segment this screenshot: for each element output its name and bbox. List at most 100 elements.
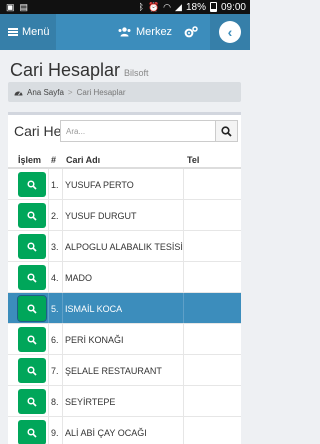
users-icon xyxy=(118,27,131,37)
battery-icon xyxy=(209,2,217,12)
table-row[interactable]: 4. MADO xyxy=(8,262,241,293)
search-group xyxy=(60,120,240,144)
column-divider xyxy=(62,324,63,354)
table-row[interactable]: 9. ALİ ABİ ÇAY OCAĞI xyxy=(8,417,241,444)
battery-percent: 18% xyxy=(185,1,206,13)
back-button[interactable]: ‹ xyxy=(210,14,250,50)
status-indicators: ᛒ ⏰ ◠ ◢ 18% 09:00 xyxy=(139,1,246,13)
column-divider xyxy=(48,262,49,292)
sd-card-icon: ▤ xyxy=(19,2,29,12)
search-icon xyxy=(27,427,37,438)
search-icon xyxy=(27,241,37,252)
table-header: İşlem # Cari Adı Tel xyxy=(8,151,241,169)
column-divider xyxy=(183,262,184,292)
settings-button[interactable] xyxy=(184,14,198,50)
table-row[interactable]: 6. PERİ KONAĞI xyxy=(8,324,241,355)
table-row[interactable]: 3. ALPOGLU ALABALIK TESİSİ xyxy=(8,231,241,262)
column-divider xyxy=(183,169,184,199)
column-divider xyxy=(48,293,49,323)
wifi-icon: ◠ xyxy=(163,2,172,12)
view-button[interactable] xyxy=(18,327,46,352)
search-icon xyxy=(27,334,37,345)
column-divider xyxy=(183,324,184,354)
account-name: ALİ ABİ ÇAY OCAĞI xyxy=(65,428,147,438)
account-name: ŞELALE RESTAURANT xyxy=(65,366,162,376)
column-divider xyxy=(48,386,49,416)
table-row[interactable]: 8. SEYİRTEPE xyxy=(8,386,241,417)
clock: 09:00 xyxy=(220,1,246,13)
row-number: 8. xyxy=(51,397,59,407)
column-divider xyxy=(183,355,184,385)
row-number: 9. xyxy=(51,428,59,438)
column-divider xyxy=(48,417,49,444)
view-button[interactable] xyxy=(18,172,46,197)
column-divider xyxy=(183,231,184,261)
bluetooth-icon: ᛒ xyxy=(138,2,144,12)
row-number: 3. xyxy=(51,242,59,252)
status-bar: ▣ ▤ ᛒ ⏰ ◠ ◢ 18% 09:00 xyxy=(0,0,250,14)
alarm-icon: ⏰ xyxy=(147,2,160,12)
column-divider xyxy=(183,200,184,230)
hamburger-icon xyxy=(8,28,18,36)
column-divider xyxy=(62,200,63,230)
view-button[interactable] xyxy=(17,295,47,322)
view-button[interactable] xyxy=(18,358,46,383)
search-icon xyxy=(27,272,37,283)
column-divider xyxy=(48,324,49,354)
merkez-label: Merkez xyxy=(136,26,173,38)
column-divider xyxy=(183,417,184,444)
column-divider xyxy=(48,169,49,199)
column-divider xyxy=(48,200,49,230)
search-input[interactable] xyxy=(60,120,216,142)
breadcrumb-separator: > xyxy=(67,87,73,97)
column-divider xyxy=(48,355,49,385)
merkez-button[interactable]: Merkez xyxy=(118,14,172,50)
search-icon xyxy=(27,303,37,314)
search-icon xyxy=(27,210,37,221)
row-number: 4. xyxy=(51,273,59,283)
status-notifications: ▣ ▤ xyxy=(6,1,28,13)
accounts-box: Cari Hesaplar İşlem # Cari Adı Tel 1. Y xyxy=(8,112,241,444)
menu-button[interactable]: Menü xyxy=(0,14,56,50)
header-action: İşlem xyxy=(18,155,42,165)
account-name: ALPOGLU ALABALIK TESİSİ xyxy=(65,242,183,252)
column-divider xyxy=(62,386,63,416)
table-row[interactable]: 5. ISMAİL KOCA xyxy=(8,293,241,324)
breadcrumb-current: Cari Hesaplar xyxy=(76,87,126,97)
table-row[interactable]: 7. ŞELALE RESTAURANT xyxy=(8,355,241,386)
search-button[interactable] xyxy=(216,120,238,142)
view-button[interactable] xyxy=(18,265,46,290)
view-button[interactable] xyxy=(18,234,46,259)
search-icon xyxy=(27,179,37,190)
view-button[interactable] xyxy=(18,389,46,414)
row-number: 7. xyxy=(51,366,59,376)
page-subtitle: Bilsoft xyxy=(124,68,149,78)
row-number: 6. xyxy=(51,335,59,345)
account-name: SEYİRTEPE xyxy=(65,397,116,407)
column-divider xyxy=(62,293,63,323)
account-name: YUSUF DURGUT xyxy=(65,211,137,221)
column-divider xyxy=(183,293,184,323)
view-button[interactable] xyxy=(18,203,46,228)
breadcrumb: Ana Sayfa > Cari Hesaplar xyxy=(8,82,241,102)
search-icon xyxy=(27,396,37,407)
view-button[interactable] xyxy=(18,420,46,444)
accounts-table: İşlem # Cari Adı Tel 1. YUSUFA PERTO 2. xyxy=(8,151,241,444)
header-name: Cari Adı xyxy=(66,155,101,165)
table-row[interactable]: 1. YUSUFA PERTO xyxy=(8,169,241,200)
dashboard-icon xyxy=(14,91,23,96)
column-divider xyxy=(62,417,63,444)
search-icon xyxy=(27,365,37,376)
search-icon xyxy=(221,125,232,137)
column-divider xyxy=(62,231,63,261)
account-name: YUSUFA PERTO xyxy=(65,180,134,190)
cogs-icon xyxy=(184,26,198,38)
row-number: 1. xyxy=(51,180,59,190)
account-name: PERİ KONAĞI xyxy=(65,335,124,345)
header-no: # xyxy=(51,155,57,165)
account-name: MADO xyxy=(65,273,92,283)
breadcrumb-home[interactable]: Ana Sayfa xyxy=(27,88,64,97)
table-row[interactable]: 2. YUSUF DURGUT xyxy=(8,200,241,231)
page-title: Cari Hesaplar Bilsoft xyxy=(10,60,149,81)
signal-icon: ◢ xyxy=(175,2,182,12)
